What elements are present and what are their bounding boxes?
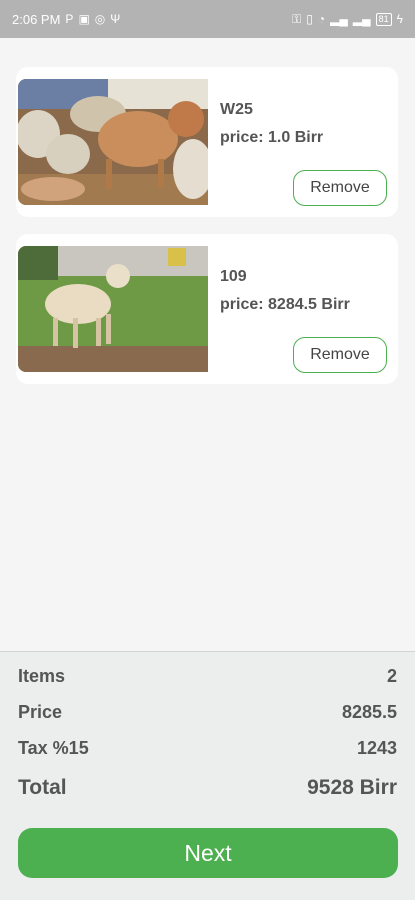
usb-icon: Ψ <box>110 12 121 26</box>
total-label: Total <box>18 776 67 799</box>
total-value: 9528 Birr <box>307 776 397 799</box>
key-icon: ⚿ <box>292 12 302 26</box>
item-price: price: 8284.5 Birr <box>220 296 350 313</box>
wifi-icon: ◔ <box>317 12 326 26</box>
items-value: 2 <box>386 666 397 686</box>
item-name: W25 <box>220 101 253 118</box>
tax-label: Tax %15 <box>18 738 89 758</box>
status-time: 2:06 PM <box>12 11 61 27</box>
cart-item-card: 109 price: 8284.5 Birr Remove <box>16 234 398 384</box>
parking-icon: P <box>65 12 74 26</box>
status-bar: 2:06 PM P ▣ ◎ Ψ ⚿ ▯ ◔ ▂▄ ▂▄ 81 ϟ <box>0 0 415 38</box>
image-icon: ▣ <box>78 12 90 26</box>
summary-items-row: Items 2 <box>18 666 397 687</box>
summary-total-row: Total 9528 Birr <box>18 776 397 800</box>
status-right: ⚿ ▯ ◔ ▂▄ ▂▄ 81 ϟ <box>292 12 403 26</box>
item-name: 109 <box>220 268 247 285</box>
signal-icon-2: ▂▄ <box>352 12 371 26</box>
price-label: Price <box>18 702 63 722</box>
item-price: price: 1.0 Birr <box>220 129 324 146</box>
summary-tax-row: Tax %15 1243 <box>18 738 397 759</box>
signal-icon: ▂▄ <box>330 12 348 26</box>
remove-button[interactable]: Remove <box>293 337 387 373</box>
status-left: 2:06 PM P ▣ ◎ Ψ <box>12 12 120 27</box>
vpn-icon: ◎ <box>94 12 106 26</box>
remove-button[interactable]: Remove <box>293 170 387 206</box>
battery-icon: 81 <box>375 12 392 26</box>
tax-value: 1243 <box>356 738 397 758</box>
items-label: Items <box>18 666 66 686</box>
summary-price-row: Price 8285.5 <box>18 702 397 723</box>
goats-herd-photo <box>18 79 208 205</box>
sheep-field-photo <box>18 246 208 372</box>
next-button[interactable]: Next <box>18 828 398 878</box>
cart-item-card: W25 price: 1.0 Birr Remove <box>16 67 398 217</box>
price-value: 8285.5 <box>341 702 397 722</box>
vibrate-icon: ▯ <box>306 12 313 26</box>
charging-icon: ϟ <box>396 12 403 26</box>
